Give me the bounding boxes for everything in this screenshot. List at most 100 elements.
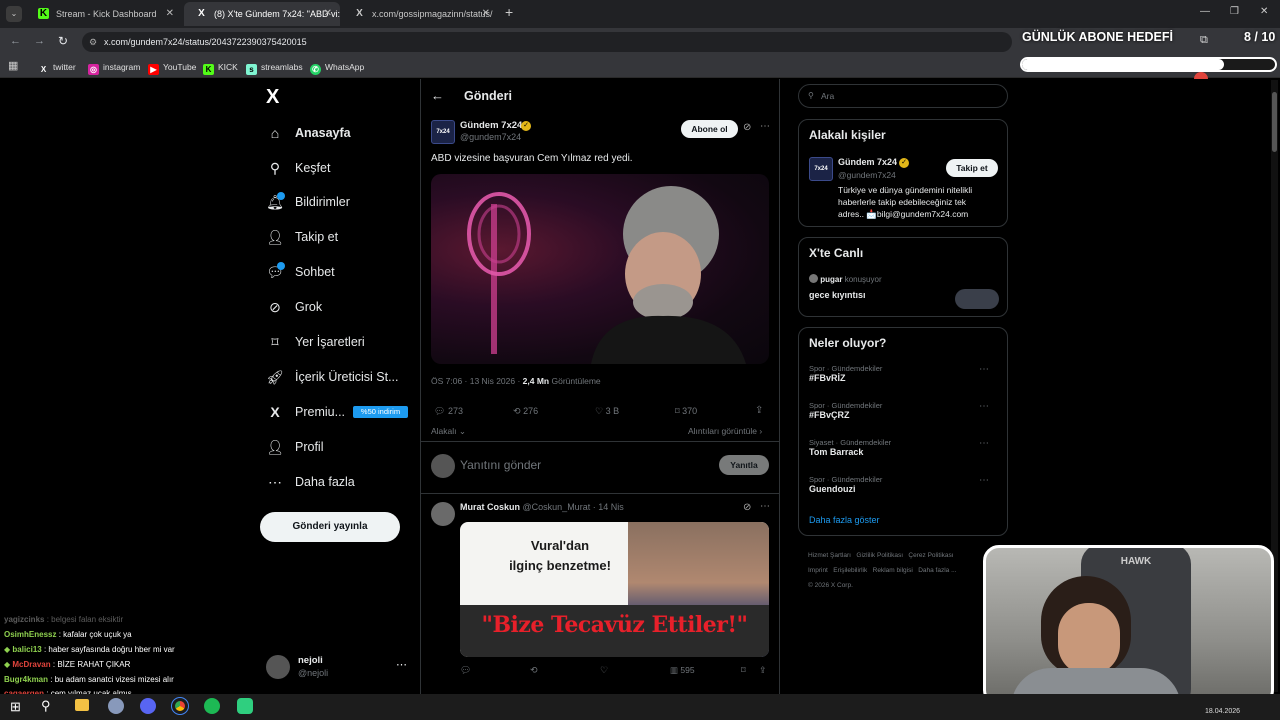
trend-item[interactable]: Siyaset · Gündemdekiler Tom Barrack ⋯	[809, 438, 999, 457]
more-icon[interactable]: ⋯	[760, 501, 770, 512]
bookmark-action[interactable]: ⌑ 370	[675, 406, 697, 417]
site-info-icon[interactable]: ⚙	[89, 32, 97, 52]
url-input[interactable]: ⚙ x.com/gundem7x24/status/20437223903754…	[82, 32, 1012, 52]
premium-discount-badge: %50 indirim	[353, 406, 408, 418]
live-thumbnail[interactable]	[955, 289, 999, 309]
follow-button[interactable]: Takip et	[946, 159, 998, 177]
new-tab-button[interactable]: +	[505, 4, 513, 20]
nav-creator-studio[interactable]: 🚀︎ İçerik Üreticisi St...	[266, 362, 398, 392]
footer-link[interactable]: Reklam bilgisi	[873, 567, 913, 574]
post-image[interactable]	[431, 174, 769, 364]
grok-icon[interactable]: ⊘	[743, 502, 751, 513]
bookmark-whatsapp[interactable]: ✆ WhatsApp	[310, 60, 364, 75]
trend-item[interactable]: Spor · Gündemdekiler #FBvÇRZ ⋯	[809, 401, 999, 420]
reply-input[interactable]: Yanıtını gönder	[460, 458, 710, 472]
nav-premium[interactable]: X Premiu...	[266, 397, 345, 427]
nav-bookmarks[interactable]: ⌑ Yer İşaretleri	[266, 327, 364, 357]
reply-button[interactable]: Yanıtla	[719, 455, 769, 475]
reload-icon[interactable]: ↻	[58, 34, 68, 48]
nav-home[interactable]: ⌂ Anasayfa	[266, 118, 351, 148]
reply-image[interactable]: Vural'dan ilginç benzetme! "Bize Tecavüz…	[460, 522, 769, 657]
x-logo-icon[interactable]: X	[266, 86, 279, 109]
close-icon[interactable]: ✕	[482, 2, 490, 26]
like-action[interactable]: ♡ 3 B	[595, 406, 619, 417]
bookmark-icon[interactable]: ⌑	[741, 665, 746, 676]
spotify-icon[interactable]	[204, 698, 220, 714]
back-icon[interactable]: ←	[10, 35, 21, 47]
chrome-icon[interactable]	[171, 697, 189, 715]
heart-icon[interactable]: ♡	[600, 665, 608, 676]
obs-icon[interactable]	[237, 698, 253, 714]
back-arrow-icon[interactable]: ←	[431, 88, 444, 103]
repost-icon[interactable]: ⟲	[530, 665, 538, 676]
bookmark-twitter[interactable]: Xtwitter	[38, 60, 76, 75]
windows-start-icon[interactable]: ⊞	[10, 699, 21, 715]
footer-link[interactable]: Imprint	[808, 567, 828, 574]
trend-item[interactable]: Spor · Gündemdekiler Guendouzi ⋯	[809, 475, 999, 494]
nav-profile[interactable]: 👤︎ Profil	[266, 432, 323, 462]
panel-title: X'te Canlı	[809, 246, 864, 260]
post-author-avatar[interactable]: 7x24	[431, 120, 455, 144]
footer-link[interactable]: Çerez Politikası	[908, 552, 953, 559]
app-icon[interactable]	[108, 698, 124, 714]
bookmark-kick[interactable]: K KICK	[203, 60, 238, 75]
related-name[interactable]: Gündem 7x24	[838, 157, 897, 167]
reply-icon[interactable]: 💬︎	[460, 665, 471, 676]
tab-kick-dashboard[interactable]: K Stream - Kick Dashboard ✕	[26, 2, 182, 26]
close-icon[interactable]: ✕	[324, 2, 332, 26]
share-icon[interactable]: ⇪	[755, 405, 763, 416]
nav-follow[interactable]: 👤︎ Takip et	[266, 222, 338, 252]
footer-link[interactable]: Erişilebilirlik	[833, 567, 867, 574]
file-explorer-icon[interactable]	[75, 699, 89, 711]
minimize-icon[interactable]: —	[1200, 6, 1210, 17]
window-close-icon[interactable]: ✕	[1260, 6, 1268, 17]
footer-link[interactable]: Daha fazla ...	[918, 567, 956, 574]
post-button[interactable]: Gönderi yayınla	[260, 512, 400, 542]
more-icon[interactable]: ⋯	[979, 401, 989, 412]
nav-chat[interactable]: 💬︎ Sohbet	[266, 257, 335, 287]
show-more-link[interactable]: Daha fazla göster	[809, 515, 880, 525]
reply-action[interactable]: 💬︎ 273	[434, 406, 463, 417]
nav-more[interactable]: ⋯ Daha fazla	[266, 467, 355, 497]
post-author-name[interactable]: Gündem 7x24	[460, 120, 522, 131]
apps-icon[interactable]: ▦	[8, 59, 18, 72]
view-quotes-link[interactable]: Alıntıları görüntüle ›	[688, 426, 762, 436]
more-icon[interactable]: ⋯	[979, 438, 989, 449]
more-icon[interactable]: ⋯	[979, 475, 989, 486]
bookmark-streamlabs[interactable]: s streamlabs	[246, 60, 303, 75]
trend-item[interactable]: Spor · Gündemdekiler #FBvRİZ ⋯	[809, 364, 999, 383]
footer-link[interactable]: Gizlilik Politikası	[856, 552, 903, 559]
more-icon[interactable]: ⋯	[396, 658, 407, 671]
nav-explore[interactable]: ⚲ Keşfet	[266, 153, 331, 183]
search-icon[interactable]: ⚲	[41, 698, 51, 714]
tab-search-button[interactable]: ⌄	[6, 6, 22, 22]
discord-icon[interactable]	[140, 698, 156, 714]
scrollbar-thumb[interactable]	[1272, 92, 1277, 152]
nav-grok[interactable]: ⊘ Grok	[266, 292, 322, 322]
reply-author-avatar[interactable]	[431, 502, 455, 526]
live-topic[interactable]: gece kıyıntısı	[809, 290, 866, 300]
bookmark-instagram[interactable]: ◎ instagram	[88, 60, 140, 75]
close-icon[interactable]: ✕	[166, 2, 174, 26]
forward-icon[interactable]: →	[34, 35, 45, 47]
tab-gossip[interactable]: X x.com/gossipmagazinn/status/ ✕	[342, 2, 498, 26]
more-icon[interactable]: ⋯	[760, 121, 770, 132]
more-icon[interactable]: ⋯	[979, 364, 989, 375]
tab-x-post[interactable]: X (8) X'te Gündem 7x24: "ABD vi: ✕	[184, 2, 340, 26]
views-action[interactable]: ▥ 595	[670, 665, 695, 676]
sort-dropdown[interactable]: Alakalı ⌄	[431, 426, 466, 437]
grok-icon[interactable]: ⊘	[743, 122, 751, 133]
extensions-icon[interactable]: ⧉	[1200, 34, 1208, 47]
live-host[interactable]: pugar konuşuyor	[809, 274, 882, 284]
footer-link[interactable]: Hizmet Şartları	[808, 552, 851, 559]
bookmark-youtube[interactable]: ▶ YouTube	[148, 60, 196, 75]
search-input[interactable]: ⚲ Ara	[798, 84, 1008, 108]
related-handle: @gundem7x24	[838, 170, 896, 180]
repost-action[interactable]: ⟲ 276	[513, 406, 538, 417]
subscribe-button[interactable]: Abone ol	[681, 120, 738, 138]
avatar[interactable]: 7x24	[809, 157, 833, 181]
reply-author-name[interactable]: Murat Coskun	[460, 502, 520, 512]
share-icon[interactable]: ⇪	[759, 665, 767, 676]
restore-icon[interactable]: ❐	[1230, 6, 1239, 17]
account-switcher[interactable]: nejoli @nejoli ⋯	[266, 652, 412, 682]
